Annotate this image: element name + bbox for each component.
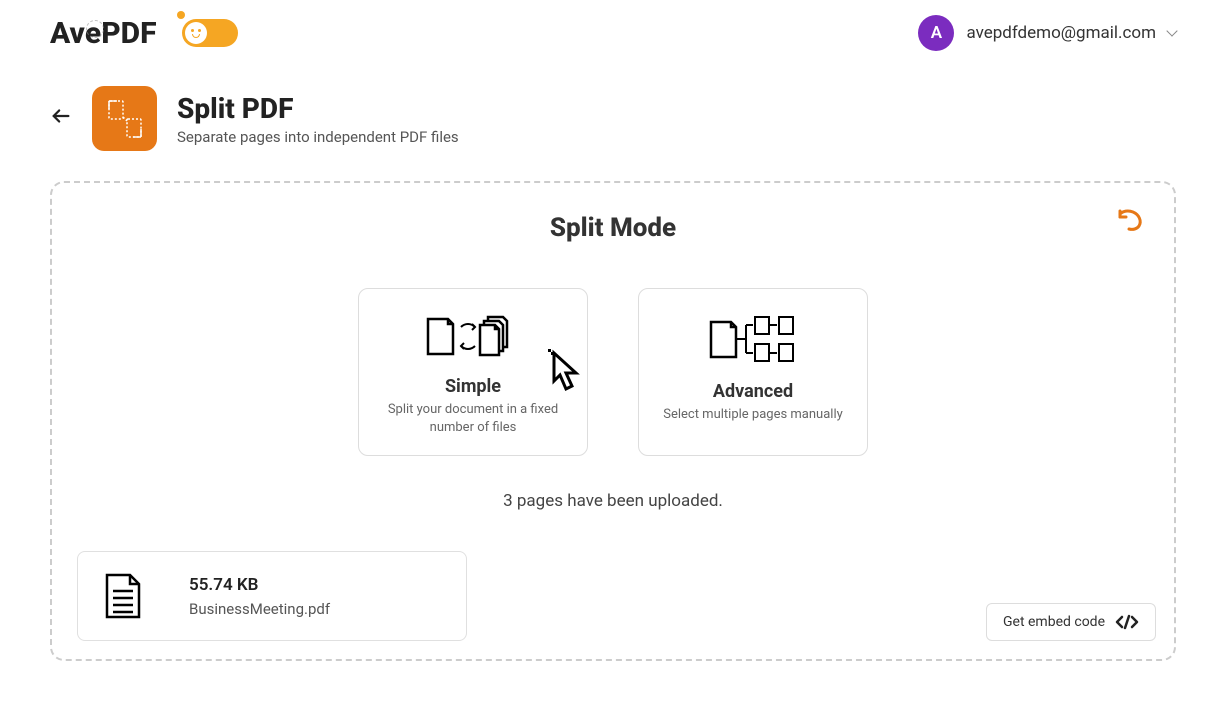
page-header: Split PDF Separate pages into independen… xyxy=(0,66,1226,171)
toggle-indicator-dot xyxy=(177,11,185,19)
title-group: Split PDF Separate pages into independen… xyxy=(177,92,459,146)
undo-button[interactable] xyxy=(1116,208,1144,236)
smiley-icon xyxy=(189,26,203,40)
theme-toggle-container xyxy=(182,19,238,47)
chevron-down-icon xyxy=(1166,25,1177,36)
user-email: avepdfdemo@gmail.com xyxy=(966,23,1156,43)
advanced-mode-icon xyxy=(693,309,813,369)
theme-toggle[interactable] xyxy=(182,19,238,47)
upload-status: 3 pages have been uploaded. xyxy=(72,491,1154,511)
document-icon xyxy=(102,571,144,621)
mode-advanced[interactable]: Advanced Select multiple pages manually xyxy=(638,288,868,456)
code-icon xyxy=(1115,614,1139,630)
file-info: 55.74 KB BusinessMeeting.pdf xyxy=(189,575,330,618)
file-name: BusinessMeeting.pdf xyxy=(189,600,330,618)
page-subtitle: Separate pages into independent PDF file… xyxy=(177,128,459,146)
back-button[interactable] xyxy=(50,105,72,133)
file-size: 55.74 KB xyxy=(189,575,330,595)
file-card[interactable]: 55.74 KB BusinessMeeting.pdf xyxy=(77,551,467,641)
mode-options: Simple Split your document in a fixed nu… xyxy=(72,288,1154,456)
toggle-knob xyxy=(185,22,207,44)
mode-title: Simple xyxy=(445,376,501,397)
logo-section: AvePDF xyxy=(50,16,238,51)
embed-label: Get embed code xyxy=(1003,614,1105,630)
mode-description: Select multiple pages manually xyxy=(663,406,843,424)
header: AvePDF A avepdfdemo@gmail.com xyxy=(0,0,1226,66)
split-pdf-icon xyxy=(101,95,149,143)
section-title: Split Mode xyxy=(72,213,1154,243)
tool-icon xyxy=(92,86,157,151)
embed-code-button[interactable]: Get embed code xyxy=(986,603,1156,641)
main-panel: Split Mode Simple Split your docume xyxy=(50,181,1176,661)
undo-icon xyxy=(1116,208,1144,232)
avatar: A xyxy=(918,15,954,51)
mode-simple[interactable]: Simple Split your document in a fixed nu… xyxy=(358,288,588,456)
simple-mode-icon xyxy=(413,309,533,364)
arrow-left-icon xyxy=(50,105,72,127)
page-title: Split PDF xyxy=(177,92,459,125)
mode-title: Advanced xyxy=(713,381,793,402)
user-menu[interactable]: A avepdfdemo@gmail.com xyxy=(918,15,1176,51)
mode-description: Split your document in a fixed number of… xyxy=(374,401,572,437)
logo[interactable]: AvePDF xyxy=(50,16,157,51)
